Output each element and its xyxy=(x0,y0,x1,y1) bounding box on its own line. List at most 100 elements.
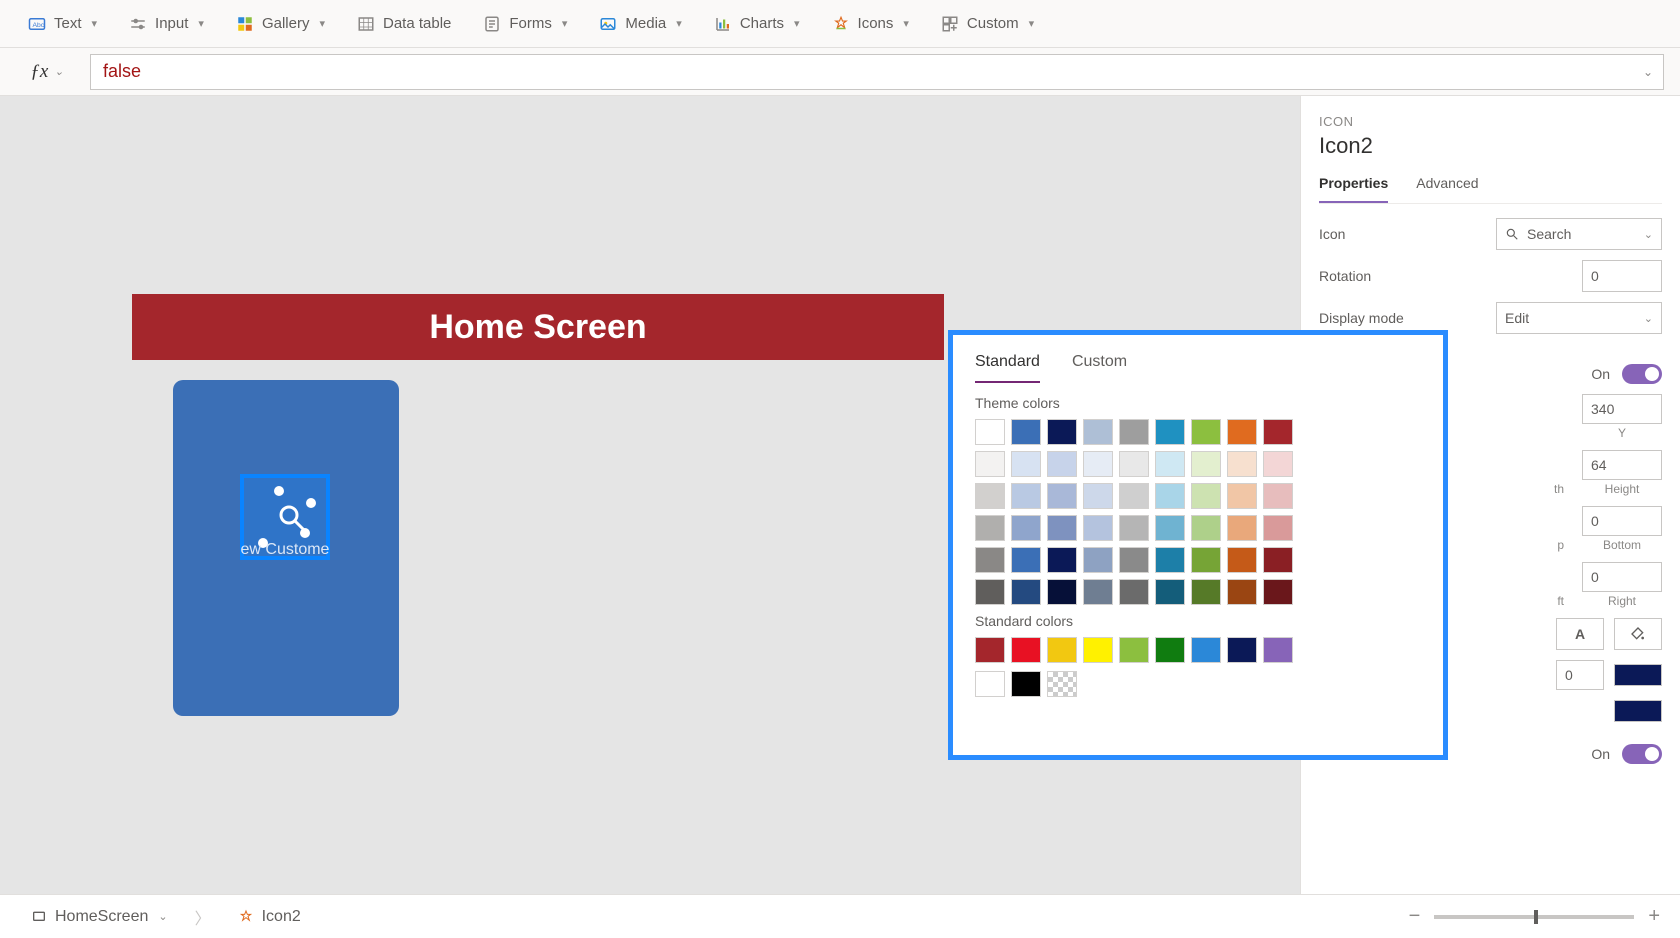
color-swatch[interactable] xyxy=(1227,515,1257,541)
color-swatch[interactable] xyxy=(1011,451,1041,477)
color-swatch[interactable] xyxy=(1263,483,1293,509)
color-swatch[interactable] xyxy=(1119,579,1149,605)
color-swatch[interactable] xyxy=(975,547,1005,573)
color-swatch[interactable] xyxy=(1119,419,1149,445)
color-swatch[interactable] xyxy=(1083,637,1113,663)
color-swatch[interactable] xyxy=(1083,451,1113,477)
color-swatch[interactable] xyxy=(1011,671,1041,697)
zoom-thumb[interactable] xyxy=(1534,910,1538,924)
tab-properties[interactable]: Properties xyxy=(1319,169,1388,203)
zoom-out-button[interactable]: − xyxy=(1409,905,1421,928)
ribbon-input[interactable]: Input▾ xyxy=(129,15,204,33)
prop-height-input[interactable]: 64 xyxy=(1582,450,1662,480)
color-swatch[interactable] xyxy=(1191,483,1221,509)
color-swatch[interactable] xyxy=(1155,451,1185,477)
color-swatch[interactable] xyxy=(1047,483,1077,509)
prop-displaymode-dropdown[interactable]: Edit ⌄ xyxy=(1496,302,1662,334)
zoom-slider[interactable] xyxy=(1434,915,1634,919)
ribbon-datatable[interactable]: Data table xyxy=(357,15,451,33)
breadcrumb-screen[interactable]: HomeScreen ⌄ xyxy=(20,903,179,931)
color-swatch[interactable] xyxy=(1155,515,1185,541)
color-swatch[interactable] xyxy=(1119,483,1149,509)
color-swatch[interactable] xyxy=(1227,579,1257,605)
prop-y-input[interactable]: 340 xyxy=(1582,394,1662,424)
color-swatch[interactable] xyxy=(1083,579,1113,605)
color-swatch-2[interactable] xyxy=(1614,700,1662,722)
color-swatch[interactable] xyxy=(1191,637,1221,663)
color-swatch[interactable] xyxy=(1227,451,1257,477)
color-swatch[interactable] xyxy=(975,451,1005,477)
color-swatch[interactable] xyxy=(1155,483,1185,509)
ribbon-custom[interactable]: Custom▾ xyxy=(941,15,1034,33)
color-swatch[interactable] xyxy=(1227,483,1257,509)
prop-bottom-input[interactable]: 0 xyxy=(1582,506,1662,536)
color-swatch[interactable] xyxy=(1011,547,1041,573)
color-swatch[interactable] xyxy=(1155,637,1185,663)
color-swatch[interactable] xyxy=(1047,637,1077,663)
color-swatch[interactable] xyxy=(1119,547,1149,573)
color-swatch[interactable] xyxy=(1083,419,1113,445)
color-swatch[interactable] xyxy=(1191,515,1221,541)
text-align-button[interactable]: A xyxy=(1556,618,1604,650)
color-swatch[interactable] xyxy=(975,637,1005,663)
fill-mode-button[interactable] xyxy=(1614,618,1662,650)
color-swatch[interactable] xyxy=(975,579,1005,605)
tab-advanced[interactable]: Advanced xyxy=(1416,169,1478,203)
color-swatch[interactable] xyxy=(1083,515,1113,541)
color-swatch[interactable] xyxy=(1263,547,1293,573)
selection-handle[interactable] xyxy=(306,498,316,508)
color-swatch[interactable] xyxy=(1191,547,1221,573)
formula-fx-button[interactable]: ƒx ⌄ xyxy=(16,61,78,83)
color-swatch[interactable] xyxy=(1263,451,1293,477)
color-swatch[interactable] xyxy=(1047,671,1077,697)
color-swatch[interactable] xyxy=(1119,637,1149,663)
color-swatch[interactable] xyxy=(975,483,1005,509)
color-swatch[interactable] xyxy=(1047,579,1077,605)
prop-toggle2[interactable] xyxy=(1622,744,1662,764)
color-swatch-1[interactable] xyxy=(1614,664,1662,686)
color-swatch[interactable] xyxy=(1227,637,1257,663)
ribbon-media[interactable]: Media▾ xyxy=(599,15,681,33)
color-swatch[interactable] xyxy=(975,419,1005,445)
zoom-in-button[interactable]: + xyxy=(1648,905,1660,928)
color-swatch[interactable] xyxy=(1191,419,1221,445)
color-swatch[interactable] xyxy=(975,671,1005,697)
color-swatch[interactable] xyxy=(1263,419,1293,445)
selection-handle[interactable] xyxy=(274,486,284,496)
color-swatch[interactable] xyxy=(1155,547,1185,573)
prop-right-input[interactable]: 0 xyxy=(1582,562,1662,592)
color-swatch[interactable] xyxy=(1011,579,1041,605)
ribbon-forms[interactable]: Forms▾ xyxy=(483,15,567,33)
color-swatch[interactable] xyxy=(975,515,1005,541)
prop-icon-dropdown[interactable]: Search ⌄ xyxy=(1496,218,1662,250)
color-swatch[interactable] xyxy=(1263,515,1293,541)
color-swatch[interactable] xyxy=(1263,637,1293,663)
color-swatch[interactable] xyxy=(1047,515,1077,541)
color-swatch[interactable] xyxy=(1191,451,1221,477)
color-swatch[interactable] xyxy=(1119,451,1149,477)
formula-input[interactable]: false ⌄ xyxy=(90,54,1664,90)
ribbon-gallery[interactable]: Gallery▾ xyxy=(236,15,325,33)
color-swatch[interactable] xyxy=(1119,515,1149,541)
color-swatch[interactable] xyxy=(1047,419,1077,445)
color-tab-standard[interactable]: Standard xyxy=(975,353,1040,383)
ribbon-charts[interactable]: Charts▾ xyxy=(714,15,800,33)
prop-rotation-input[interactable]: 0 xyxy=(1582,260,1662,292)
ribbon-text[interactable]: Abc Text▾ xyxy=(28,15,97,33)
color-swatch[interactable] xyxy=(1083,483,1113,509)
color-num-input[interactable]: 0 xyxy=(1556,660,1604,690)
selection-handle[interactable] xyxy=(300,528,310,538)
color-swatch[interactable] xyxy=(1011,637,1041,663)
color-swatch[interactable] xyxy=(1155,419,1185,445)
color-swatch[interactable] xyxy=(1047,451,1077,477)
color-swatch[interactable] xyxy=(1155,579,1185,605)
color-swatch[interactable] xyxy=(1191,579,1221,605)
color-tab-custom[interactable]: Custom xyxy=(1072,353,1127,383)
color-swatch[interactable] xyxy=(1011,419,1041,445)
color-swatch[interactable] xyxy=(1227,547,1257,573)
color-swatch[interactable] xyxy=(1011,483,1041,509)
color-swatch[interactable] xyxy=(1011,515,1041,541)
color-swatch[interactable] xyxy=(1227,419,1257,445)
color-swatch[interactable] xyxy=(1047,547,1077,573)
prop-visible-toggle[interactable] xyxy=(1622,364,1662,384)
